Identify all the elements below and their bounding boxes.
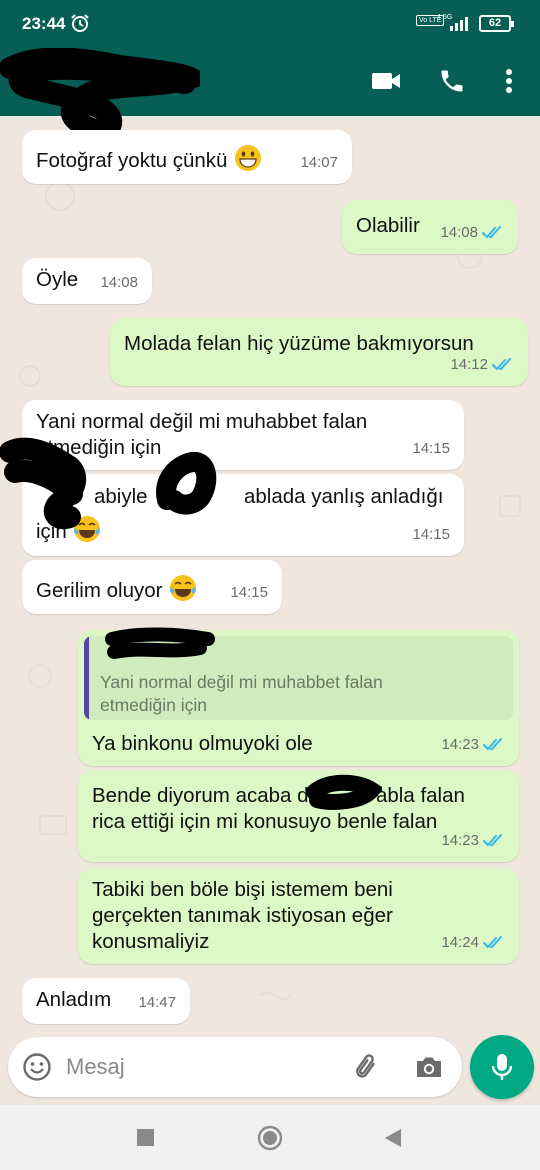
message-time: 14:08 xyxy=(100,274,138,291)
message-composer xyxy=(8,1037,462,1097)
message-meta: 14:24 xyxy=(441,930,505,956)
attach-icon[interactable] xyxy=(352,1051,382,1088)
message-time: 14:23 xyxy=(441,832,479,849)
double-check-icon xyxy=(482,226,501,239)
double-check-icon xyxy=(483,834,502,847)
message-outgoing[interactable]: Bende diyorum acaba d abla falan rica et… xyxy=(78,770,519,862)
message-time: 14:15 xyxy=(230,584,268,601)
status-time: 23:44 xyxy=(22,14,66,33)
double-check-icon xyxy=(483,936,502,949)
quote-accent-bar xyxy=(84,636,89,720)
message-text-continued: abla falan xyxy=(376,784,465,807)
message-meta: 14:15 xyxy=(230,580,268,606)
phone-icon[interactable] xyxy=(438,66,466,101)
tears-of-joy-emoji-icon xyxy=(170,575,197,601)
message-time: 14:24 xyxy=(441,934,479,951)
battery-icon: 62 xyxy=(479,15,514,32)
message-text: Molada felan hiç yüzüme bakmıyorsun xyxy=(124,332,474,355)
recents-icon[interactable] xyxy=(137,1129,155,1152)
message-text: abiyle xyxy=(94,485,148,508)
message-text: Anladım xyxy=(36,988,112,1011)
message-meta: 14:15 xyxy=(412,436,450,462)
message-time: 14:23 xyxy=(441,736,479,753)
message-time: 14:12 xyxy=(450,356,488,373)
chat-header xyxy=(0,48,540,138)
double-check-icon xyxy=(492,358,511,371)
message-text: Gerilim oluyor xyxy=(36,573,198,604)
message-outgoing[interactable]: Molada felan hiç yüzüme bakmıyorsun 14:1… xyxy=(110,318,528,386)
message-time: 14:15 xyxy=(412,526,450,543)
message-text: Ya binkonu olmuyoki ole xyxy=(92,732,313,755)
home-icon[interactable] xyxy=(257,1125,283,1156)
message-list[interactable]: Fotoğraf yoktu çünkü 14:07 Olabilir 14:0… xyxy=(0,116,540,1036)
message-time: 14:47 xyxy=(138,994,176,1011)
message-meta: 14:47 xyxy=(138,990,176,1016)
message-text-continued: ablada yanlış anladığı xyxy=(244,485,444,508)
message-incoming[interactable]: Anladım 14:47 xyxy=(22,978,190,1024)
back-icon[interactable] xyxy=(383,1127,403,1154)
redaction-scribble xyxy=(0,437,87,530)
message-outgoing[interactable]: Tabiki ben böle bişi istemem beni gerçek… xyxy=(78,868,519,964)
message-incoming[interactable]: Öyle 14:08 xyxy=(22,258,152,304)
message-time: 14:08 xyxy=(440,224,478,241)
message-meta: 14:23 xyxy=(441,732,505,758)
message-meta: 14:08 xyxy=(440,220,504,246)
message-time: 14:07 xyxy=(300,154,338,171)
video-call-icon[interactable] xyxy=(370,66,402,101)
message-meta: 14:15 xyxy=(412,522,450,548)
message-text-line2: rica ettiği için mi konusuyo benle falan xyxy=(92,810,438,833)
message-text: Fotoğraf yoktu çünkü xyxy=(36,143,263,174)
camera-icon[interactable] xyxy=(414,1053,444,1086)
redaction-scribble xyxy=(105,627,215,659)
message-text: Olabilir xyxy=(356,214,420,237)
message-incoming[interactable]: Fotoğraf yoktu çünkü 14:07 xyxy=(22,130,352,184)
message-meta: 14:08 xyxy=(100,270,138,296)
alarm-icon xyxy=(70,13,90,38)
system-nav-bar xyxy=(0,1105,540,1170)
message-meta: 14:23 xyxy=(441,828,505,854)
message-incoming[interactable]: Gerilim oluyor 14:15 xyxy=(22,560,282,614)
mic-button[interactable] xyxy=(470,1035,534,1099)
status-bar: 23:44 Vo LTE 4.5G 62 xyxy=(0,0,540,48)
emoji-icon[interactable] xyxy=(22,1052,52,1087)
more-vert-icon[interactable] xyxy=(498,66,520,101)
mic-icon xyxy=(491,1054,513,1080)
redaction-scribble xyxy=(306,774,382,810)
redaction-scribble xyxy=(156,452,217,515)
message-text: Öyle xyxy=(36,268,79,291)
message-text: Tabiki ben böle bişi istemem beni gerçek… xyxy=(92,878,393,953)
double-check-icon xyxy=(483,738,502,751)
message-time: 14:15 xyxy=(412,440,450,457)
message-outgoing[interactable]: Olabilir 14:08 xyxy=(342,200,518,254)
grinning-emoji-icon xyxy=(235,145,262,171)
signal-icon xyxy=(449,15,473,36)
quoted-text: Yani normal değil mi muhabbet falan etme… xyxy=(100,672,383,715)
message-meta: 14:07 xyxy=(300,150,338,176)
message-input[interactable] xyxy=(66,1051,336,1083)
message-text: Bende diyorum acaba d xyxy=(92,784,309,807)
message-meta: 14:12 xyxy=(450,352,514,378)
